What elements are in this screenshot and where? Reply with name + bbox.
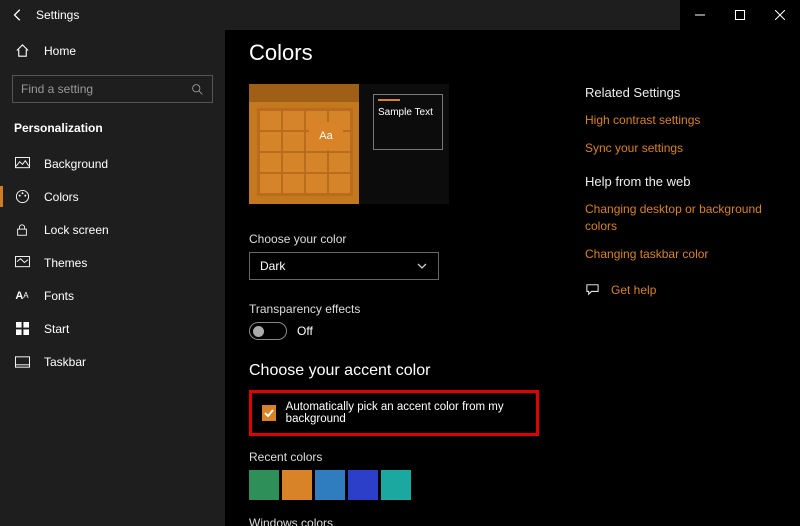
sidebar-item-taskbar[interactable]: Taskbar (0, 345, 225, 378)
preview-aa: Aa (309, 122, 343, 150)
windows-colors-label: Windows colors (249, 516, 561, 526)
window-title: Settings (36, 8, 79, 22)
color-preview: Aa Sample Text (249, 84, 449, 204)
recent-color-swatch[interactable] (348, 470, 378, 500)
sidebar-item-colors[interactable]: Colors (0, 180, 225, 213)
sidebar-item-fonts[interactable]: AA Fonts (0, 279, 225, 312)
window-controls (680, 0, 800, 30)
sidebar-section-label: Personalization (0, 111, 225, 147)
link-high-contrast[interactable]: High contrast settings (585, 112, 775, 128)
page-title: Colors (249, 40, 561, 66)
sidebar-item-lockscreen[interactable]: Lock screen (0, 213, 225, 246)
main-content: Colors Aa Sample Text Choose your color … (225, 30, 585, 526)
search-icon (191, 83, 204, 96)
choose-color-value: Dark (260, 259, 285, 273)
lock-icon (14, 222, 30, 238)
recent-color-swatch[interactable] (381, 470, 411, 500)
recent-color-swatch[interactable] (282, 470, 312, 500)
taskbar-icon (14, 354, 30, 370)
minimize-button[interactable] (680, 0, 720, 30)
maximize-button[interactable] (720, 0, 760, 30)
sidebar-item-themes[interactable]: Themes (0, 246, 225, 279)
sidebar-item-label: Background (44, 157, 108, 171)
search-input[interactable] (12, 75, 213, 103)
sidebar-item-label: Start (44, 322, 69, 336)
recent-color-swatch[interactable] (315, 470, 345, 500)
link-sync-settings[interactable]: Sync your settings (585, 140, 775, 156)
sidebar-item-label: Taskbar (44, 355, 86, 369)
minimize-icon (695, 10, 705, 20)
sidebar-item-label: Themes (44, 256, 87, 270)
link-change-taskbar-color[interactable]: Changing taskbar color (585, 246, 775, 262)
chat-icon (585, 282, 601, 298)
arrow-left-icon (11, 8, 25, 22)
preview-sample-window: Sample Text (373, 94, 443, 150)
transparency-toggle[interactable] (249, 322, 287, 340)
accent-heading: Choose your accent color (249, 362, 561, 380)
choose-color-select[interactable]: Dark (249, 252, 439, 280)
sidebar-item-label: Fonts (44, 289, 74, 303)
help-heading: Help from the web (585, 174, 775, 189)
get-help-link[interactable]: Get help (611, 282, 656, 298)
related-heading: Related Settings (585, 85, 775, 100)
sidebar: Home Personalization Background Colors L… (0, 30, 225, 526)
recent-colors-label: Recent colors (249, 450, 561, 464)
transparency-state: Off (297, 324, 313, 338)
sidebar-item-label: Lock screen (44, 223, 109, 237)
start-icon (14, 321, 30, 337)
sidebar-item-label: Colors (44, 190, 79, 204)
sidebar-item-background[interactable]: Background (0, 147, 225, 180)
sidebar-home[interactable]: Home (0, 34, 225, 67)
sidebar-item-start[interactable]: Start (0, 312, 225, 345)
titlebar: Settings (0, 0, 800, 30)
sample-text: Sample Text (378, 107, 433, 118)
back-button[interactable] (0, 8, 36, 22)
link-change-desktop-colors[interactable]: Changing desktop or background colors (585, 201, 775, 233)
maximize-icon (735, 10, 745, 20)
picture-icon (14, 156, 30, 172)
choose-color-label: Choose your color (249, 232, 561, 246)
close-button[interactable] (760, 0, 800, 30)
chevron-down-icon (416, 260, 428, 272)
related-panel: Related Settings High contrast settings … (585, 30, 785, 526)
recent-color-swatch[interactable] (249, 470, 279, 500)
sidebar-home-label: Home (44, 44, 76, 58)
home-icon (14, 43, 30, 59)
search-field[interactable] (21, 82, 191, 96)
transparency-label: Transparency effects (249, 302, 561, 316)
recent-colors (249, 470, 561, 500)
auto-accent-label: Automatically pick an accent color from … (286, 401, 526, 425)
themes-icon (14, 255, 30, 271)
auto-accent-highlight: Automatically pick an accent color from … (249, 390, 539, 436)
fonts-icon: AA (14, 288, 30, 304)
checkmark-icon (263, 407, 275, 419)
close-icon (775, 10, 785, 20)
palette-icon (14, 189, 30, 205)
auto-accent-checkbox[interactable] (262, 405, 276, 421)
